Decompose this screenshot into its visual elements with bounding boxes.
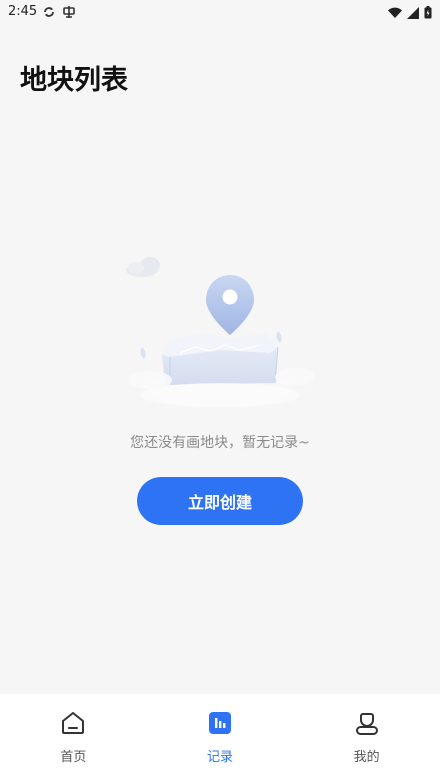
wifi-icon: [388, 4, 402, 23]
screen: 2:45 地块列表 您还没有画地块，暂无记录~ 立即创建 首页 记录 我的: [0, 0, 440, 783]
nav-label-records: 记录: [207, 750, 234, 765]
status-right-icons: [388, 4, 432, 23]
nav-item-home[interactable]: 首页: [0, 694, 147, 783]
status-left-icons: [42, 4, 76, 23]
sync-icon: [42, 4, 56, 23]
nav-label-profile: 我的: [353, 750, 380, 765]
cloud-icon: [126, 257, 160, 277]
map-pin-icon: [206, 275, 254, 335]
land-block-shape: [162, 333, 279, 385]
signal-icon: [407, 4, 419, 23]
nav-item-profile[interactable]: 我的: [293, 694, 440, 783]
status-time: 2:45: [8, 4, 38, 19]
records-icon: [207, 710, 233, 736]
battery-icon: [424, 4, 432, 23]
page-title: 地块列表: [20, 65, 128, 96]
home-icon: [60, 710, 86, 736]
nav-label-home: 首页: [60, 750, 87, 765]
nav-item-records[interactable]: 记录: [147, 694, 294, 783]
create-now-button[interactable]: 立即创建: [137, 477, 303, 525]
map-pin-field-illustration: [120, 255, 320, 415]
bottom-navigation: 首页 记录 我的: [0, 694, 440, 783]
profile-icon: [354, 710, 380, 736]
notification-app-icon: [62, 4, 76, 23]
empty-state-message: 您还没有画地块，暂无记录~: [130, 435, 310, 451]
status-bar: 2:45: [0, 0, 440, 24]
